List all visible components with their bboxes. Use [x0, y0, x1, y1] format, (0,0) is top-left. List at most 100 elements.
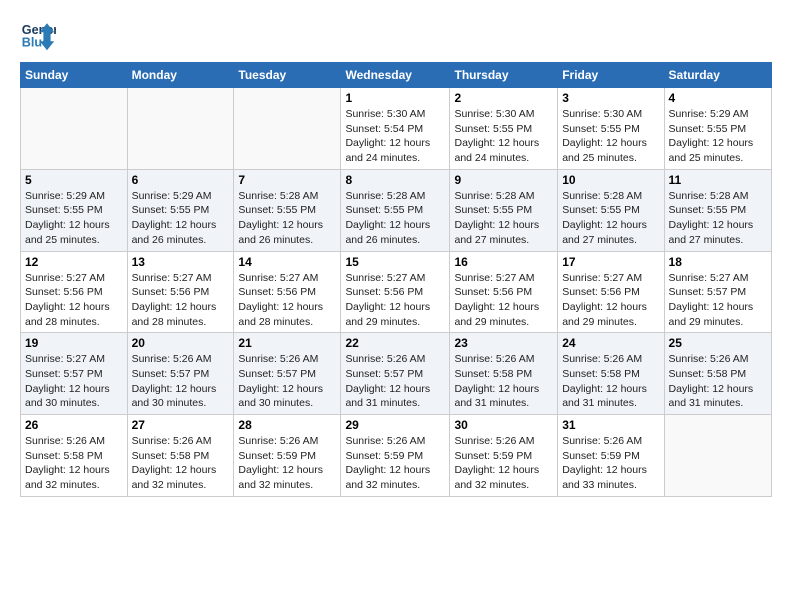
day-cell: 31 Sunrise: 5:26 AM Sunset: 5:59 PM Dayli… [558, 415, 664, 497]
day-number: 6 [132, 173, 230, 187]
day-info: Sunrise: 5:29 AM Sunset: 5:55 PM Dayligh… [132, 189, 230, 248]
logo: General Blue [20, 16, 60, 52]
day-number: 1 [345, 91, 445, 105]
weekday-header-monday: Monday [127, 63, 234, 88]
day-info: Sunrise: 5:26 AM Sunset: 5:58 PM Dayligh… [562, 352, 659, 411]
day-number: 5 [25, 173, 123, 187]
day-number: 2 [454, 91, 553, 105]
day-info: Sunrise: 5:26 AM Sunset: 5:59 PM Dayligh… [562, 434, 659, 493]
weekday-header-friday: Friday [558, 63, 664, 88]
day-cell: 7Sunrise: 5:28 AM Sunset: 5:55 PM Daylig… [234, 169, 341, 251]
day-info: Sunrise: 5:26 AM Sunset: 5:59 PM Dayligh… [345, 434, 445, 493]
day-number: 10 [562, 173, 659, 187]
day-info: Sunrise: 5:26 AM Sunset: 5:59 PM Dayligh… [238, 434, 336, 493]
day-number: 31 [562, 418, 659, 432]
weekday-header-thursday: Thursday [450, 63, 558, 88]
day-number: 15 [345, 255, 445, 269]
logo-icon: General Blue [20, 16, 56, 52]
weekday-header-sunday: Sunday [21, 63, 128, 88]
day-cell: 13 Sunrise: 5:27 AM Sunset: 5:56 PM Dayli… [127, 251, 234, 333]
day-info: Sunrise: 5:26 AM Sunset: 5:58 PM Dayligh… [669, 352, 767, 411]
day-number: 19 [25, 336, 123, 350]
day-info: Sunrise: 5:27 AM Sunset: 5:57 PM Dayligh… [25, 352, 123, 411]
day-cell: 12 Sunrise: 5:27 AM Sunset: 5:56 PM Dayli… [21, 251, 128, 333]
day-cell: 18 Sunrise: 5:27 AM Sunset: 5:57 PM Dayli… [664, 251, 771, 333]
day-cell: 23 Sunrise: 5:26 AM Sunset: 5:58 PM Dayli… [450, 333, 558, 415]
day-cell: 27 Sunrise: 5:26 AM Sunset: 5:58 PM Dayli… [127, 415, 234, 497]
day-number: 12 [25, 255, 123, 269]
day-number: 28 [238, 418, 336, 432]
week-row-5: 26 Sunrise: 5:26 AM Sunset: 5:58 PM Dayli… [21, 415, 772, 497]
day-cell [234, 88, 341, 170]
day-cell: 24 Sunrise: 5:26 AM Sunset: 5:58 PM Dayli… [558, 333, 664, 415]
day-number: 26 [25, 418, 123, 432]
day-number: 16 [454, 255, 553, 269]
day-info: Sunrise: 5:26 AM Sunset: 5:58 PM Dayligh… [454, 352, 553, 411]
day-cell: 9Sunrise: 5:28 AM Sunset: 5:55 PM Daylig… [450, 169, 558, 251]
day-number: 13 [132, 255, 230, 269]
day-number: 3 [562, 91, 659, 105]
day-number: 11 [669, 173, 767, 187]
header: General Blue [20, 16, 772, 52]
day-cell: 10 Sunrise: 5:28 AM Sunset: 5:55 PM Dayli… [558, 169, 664, 251]
day-cell: 30Sunrise: 5:26 AM Sunset: 5:59 PM Dayli… [450, 415, 558, 497]
day-number: 7 [238, 173, 336, 187]
day-number: 27 [132, 418, 230, 432]
day-cell [664, 415, 771, 497]
day-info: Sunrise: 5:27 AM Sunset: 5:56 PM Dayligh… [238, 271, 336, 330]
day-cell: 6 Sunrise: 5:29 AM Sunset: 5:55 PM Daylig… [127, 169, 234, 251]
day-cell: 26 Sunrise: 5:26 AM Sunset: 5:58 PM Dayli… [21, 415, 128, 497]
day-cell: 5 Sunrise: 5:29 AM Sunset: 5:55 PM Daylig… [21, 169, 128, 251]
day-cell: 22 Sunrise: 5:26 AM Sunset: 5:57 PM Dayli… [341, 333, 450, 415]
calendar: SundayMondayTuesdayWednesdayThursdayFrid… [20, 62, 772, 497]
day-number: 25 [669, 336, 767, 350]
week-row-2: 5 Sunrise: 5:29 AM Sunset: 5:55 PM Daylig… [21, 169, 772, 251]
day-cell: 28 Sunrise: 5:26 AM Sunset: 5:59 PM Dayli… [234, 415, 341, 497]
day-number: 14 [238, 255, 336, 269]
day-cell: 15 Sunrise: 5:27 AM Sunset: 5:56 PM Dayli… [341, 251, 450, 333]
week-row-4: 19 Sunrise: 5:27 AM Sunset: 5:57 PM Dayli… [21, 333, 772, 415]
day-info: Sunrise: 5:27 AM Sunset: 5:57 PM Dayligh… [669, 271, 767, 330]
day-cell: 4 Sunrise: 5:29 AM Sunset: 5:55 PM Daylig… [664, 88, 771, 170]
day-info: Sunrise: 5:28 AM Sunset: 5:55 PM Dayligh… [454, 189, 553, 248]
day-info: Sunrise: 5:29 AM Sunset: 5:55 PM Dayligh… [25, 189, 123, 248]
day-number: 22 [345, 336, 445, 350]
day-cell [21, 88, 128, 170]
day-cell: 2Sunrise: 5:30 AM Sunset: 5:55 PM Daylig… [450, 88, 558, 170]
day-info: Sunrise: 5:27 AM Sunset: 5:56 PM Dayligh… [25, 271, 123, 330]
day-info: Sunrise: 5:28 AM Sunset: 5:55 PM Dayligh… [669, 189, 767, 248]
day-number: 4 [669, 91, 767, 105]
day-cell: 8 Sunrise: 5:28 AM Sunset: 5:55 PM Daylig… [341, 169, 450, 251]
day-info: Sunrise: 5:27 AM Sunset: 5:56 PM Dayligh… [345, 271, 445, 330]
day-cell: 11 Sunrise: 5:28 AM Sunset: 5:55 PM Dayli… [664, 169, 771, 251]
day-info: Sunrise: 5:27 AM Sunset: 5:56 PM Dayligh… [454, 271, 553, 330]
day-info: Sunrise: 5:28 AM Sunset: 5:55 PM Dayligh… [562, 189, 659, 248]
day-number: 24 [562, 336, 659, 350]
day-cell: 25 Sunrise: 5:26 AM Sunset: 5:58 PM Dayli… [664, 333, 771, 415]
day-info: Sunrise: 5:30 AM Sunset: 5:54 PM Dayligh… [345, 107, 445, 166]
day-info: Sunrise: 5:26 AM Sunset: 5:58 PM Dayligh… [25, 434, 123, 493]
day-number: 8 [345, 173, 445, 187]
day-info: Sunrise: 5:26 AM Sunset: 5:57 PM Dayligh… [345, 352, 445, 411]
day-info: Sunrise: 5:26 AM Sunset: 5:58 PM Dayligh… [132, 434, 230, 493]
day-cell: 17 Sunrise: 5:27 AM Sunset: 5:56 PM Dayli… [558, 251, 664, 333]
day-cell [127, 88, 234, 170]
day-info: Sunrise: 5:27 AM Sunset: 5:56 PM Dayligh… [562, 271, 659, 330]
weekday-header-saturday: Saturday [664, 63, 771, 88]
day-cell: 16 Sunrise: 5:27 AM Sunset: 5:56 PM Dayli… [450, 251, 558, 333]
weekday-header-tuesday: Tuesday [234, 63, 341, 88]
day-info: Sunrise: 5:30 AM Sunset: 5:55 PM Dayligh… [562, 107, 659, 166]
day-info: Sunrise: 5:27 AM Sunset: 5:56 PM Dayligh… [132, 271, 230, 330]
day-cell: 20Sunrise: 5:26 AM Sunset: 5:57 PM Dayli… [127, 333, 234, 415]
day-info: Sunrise: 5:29 AM Sunset: 5:55 PM Dayligh… [669, 107, 767, 166]
day-cell: 29Sunrise: 5:26 AM Sunset: 5:59 PM Dayli… [341, 415, 450, 497]
day-number: 17 [562, 255, 659, 269]
day-info: Sunrise: 5:28 AM Sunset: 5:55 PM Dayligh… [345, 189, 445, 248]
day-number: 23 [454, 336, 553, 350]
weekday-header-wednesday: Wednesday [341, 63, 450, 88]
day-number: 20 [132, 336, 230, 350]
day-cell: 3 Sunrise: 5:30 AM Sunset: 5:55 PM Daylig… [558, 88, 664, 170]
day-number: 18 [669, 255, 767, 269]
day-number: 30 [454, 418, 553, 432]
day-cell: 1 Sunrise: 5:30 AM Sunset: 5:54 PM Daylig… [341, 88, 450, 170]
